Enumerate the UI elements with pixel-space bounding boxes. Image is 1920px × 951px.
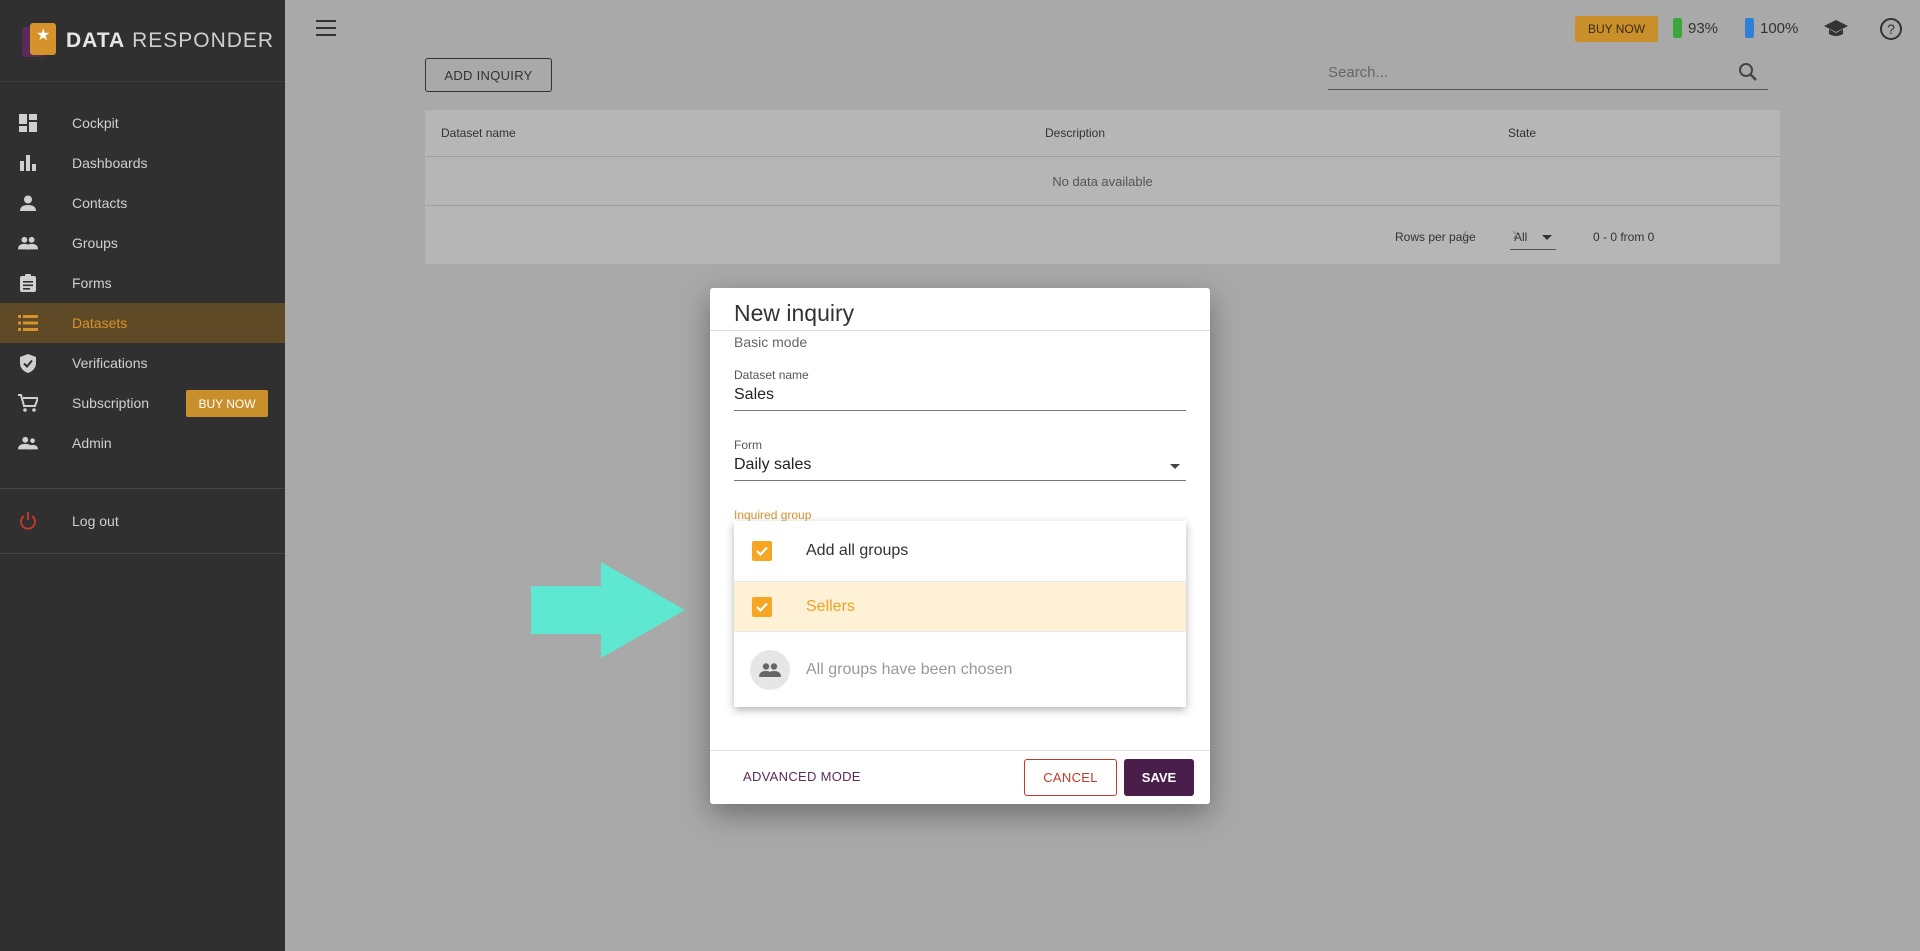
sidebar-divider bbox=[0, 488, 285, 489]
battery-indicator-1: 93% bbox=[1673, 18, 1718, 38]
search-placeholder: Search... bbox=[1328, 64, 1389, 81]
power-icon bbox=[18, 511, 38, 531]
logo-icon: ★ bbox=[20, 21, 58, 61]
table-header: Dataset name Description State bbox=[425, 110, 1780, 157]
admin-people-icon bbox=[18, 433, 38, 453]
sidebar-divider bbox=[0, 553, 285, 554]
battery-value: 100% bbox=[1760, 19, 1799, 37]
sidebar-item-contacts[interactable]: Contacts bbox=[0, 183, 285, 223]
prev-page-icon[interactable]: ‹ bbox=[1462, 224, 1468, 245]
field-label: Dataset name bbox=[734, 368, 809, 382]
sidebar-item-label: Dashboards bbox=[72, 155, 148, 171]
cart-icon bbox=[18, 393, 38, 413]
logo-text: DATA RESPONDER bbox=[66, 28, 275, 52]
people-icon bbox=[750, 649, 790, 690]
menu-item-label: All groups have been chosen bbox=[806, 660, 1013, 678]
field-label: Form bbox=[734, 438, 762, 452]
dashboard-icon bbox=[18, 113, 38, 133]
sidebar-item-label: Admin bbox=[72, 435, 112, 451]
sidebar-item-subscription[interactable]: Subscription BUY NOW bbox=[0, 383, 285, 423]
table-empty-message: No data available bbox=[425, 157, 1780, 206]
sidebar-item-datasets[interactable]: Datasets bbox=[0, 303, 285, 343]
menu-item-label: Add all groups bbox=[806, 542, 909, 559]
pagination-range: 0 - 0 from 0 bbox=[1593, 230, 1655, 244]
next-page-icon[interactable]: › bbox=[1512, 224, 1518, 245]
sidebar-item-dashboards[interactable]: Dashboards bbox=[0, 143, 285, 183]
checkbox-checked-icon[interactable] bbox=[752, 541, 772, 561]
checkbox-checked-icon[interactable] bbox=[752, 596, 772, 617]
search-icon[interactable] bbox=[1738, 62, 1758, 86]
sidebar-item-label: Verifications bbox=[72, 355, 148, 371]
groups-dropdown-menu: Add all groups Sellers All groups have b… bbox=[734, 521, 1186, 707]
sidebar-item-label: Forms bbox=[72, 275, 112, 291]
bar-chart-icon bbox=[18, 153, 38, 173]
menu-item-label: Sellers bbox=[806, 597, 855, 615]
person-icon bbox=[18, 193, 38, 213]
new-inquiry-dialog: New inquiry Basic mode Dataset name Sale… bbox=[710, 288, 1210, 804]
logout-label: Log out bbox=[72, 513, 119, 529]
field-value[interactable]: Sales bbox=[734, 386, 1186, 404]
sidebar-buy-now-button[interactable]: BUY NOW bbox=[186, 390, 268, 417]
battery-icon bbox=[1745, 18, 1754, 38]
logo[interactable]: ★ DATA RESPONDER bbox=[0, 0, 285, 82]
search-input[interactable]: Search... bbox=[1328, 60, 1768, 90]
add-inquiry-button[interactable]: ADD INQUIRY bbox=[425, 58, 552, 92]
sidebar-item-cockpit[interactable]: Cockpit bbox=[0, 103, 285, 143]
inquired-group-label: Inquired group bbox=[734, 508, 812, 522]
sidebar-item-label: Cockpit bbox=[72, 115, 119, 131]
table-footer: Rows per page All 0 - 0 from 0 ‹ › bbox=[425, 206, 1780, 263]
datasets-table: Dataset name Description State No data a… bbox=[425, 110, 1780, 264]
sidebar-item-forms[interactable]: Forms bbox=[0, 263, 285, 303]
column-header[interactable]: Description bbox=[1045, 126, 1105, 140]
dataset-name-field[interactable]: Dataset name Sales bbox=[734, 368, 1186, 411]
save-button[interactable]: SAVE bbox=[1124, 759, 1194, 796]
menu-item-sellers[interactable]: Sellers bbox=[734, 582, 1186, 632]
help-icon[interactable]: ? bbox=[1879, 17, 1903, 41]
chevron-down-icon bbox=[1542, 235, 1552, 240]
dialog-title: New inquiry bbox=[734, 300, 855, 326]
pointer-arrow bbox=[531, 562, 685, 663]
graduation-cap-icon[interactable] bbox=[1824, 17, 1848, 41]
sidebar-item-label: Groups bbox=[72, 235, 118, 251]
menu-icon[interactable] bbox=[316, 20, 336, 36]
sidebar-item-label: Subscription bbox=[72, 395, 150, 411]
field-value[interactable]: Daily sales bbox=[734, 456, 1186, 474]
sidebar-item-label: Contacts bbox=[72, 195, 128, 211]
battery-value: 93% bbox=[1688, 19, 1719, 37]
sidebar-item-admin[interactable]: Admin bbox=[0, 423, 285, 463]
sidebar-item-verifications[interactable]: Verifications bbox=[0, 343, 285, 383]
sidebar-item-label: Datasets bbox=[72, 315, 128, 331]
cancel-button[interactable]: CANCEL bbox=[1024, 759, 1117, 796]
battery-icon bbox=[1673, 18, 1682, 38]
menu-item-empty-note: All groups have been chosen bbox=[734, 632, 1186, 707]
sidebar-item-logout[interactable]: Log out bbox=[0, 501, 285, 541]
sidebar: ★ DATA RESPONDER Cockpit Dashboards Cont… bbox=[0, 0, 285, 951]
people-icon bbox=[18, 233, 38, 253]
shield-check-icon bbox=[18, 353, 38, 373]
battery-indicator-2: 100% bbox=[1745, 18, 1798, 38]
form-select[interactable]: Form Daily sales bbox=[734, 438, 1186, 481]
menu-item-add-all-groups[interactable]: Add all groups bbox=[734, 521, 1186, 582]
advanced-mode-button[interactable]: ADVANCED MODE bbox=[743, 769, 861, 784]
list-icon bbox=[18, 313, 38, 333]
sidebar-item-groups[interactable]: Groups bbox=[0, 223, 285, 263]
column-header[interactable]: State bbox=[1508, 126, 1536, 140]
mode-label: Basic mode bbox=[734, 334, 808, 350]
top-buy-now-button[interactable]: BUY NOW bbox=[1575, 16, 1658, 42]
column-header[interactable]: Dataset name bbox=[441, 126, 516, 140]
dialog-divider bbox=[710, 750, 1210, 751]
clipboard-icon bbox=[18, 273, 38, 293]
svg-text:?: ? bbox=[1887, 21, 1895, 37]
sidebar-nav: Cockpit Dashboards Contacts Groups Forms bbox=[0, 82, 285, 554]
chevron-down-icon[interactable] bbox=[1170, 464, 1180, 469]
dialog-divider bbox=[710, 330, 1210, 331]
